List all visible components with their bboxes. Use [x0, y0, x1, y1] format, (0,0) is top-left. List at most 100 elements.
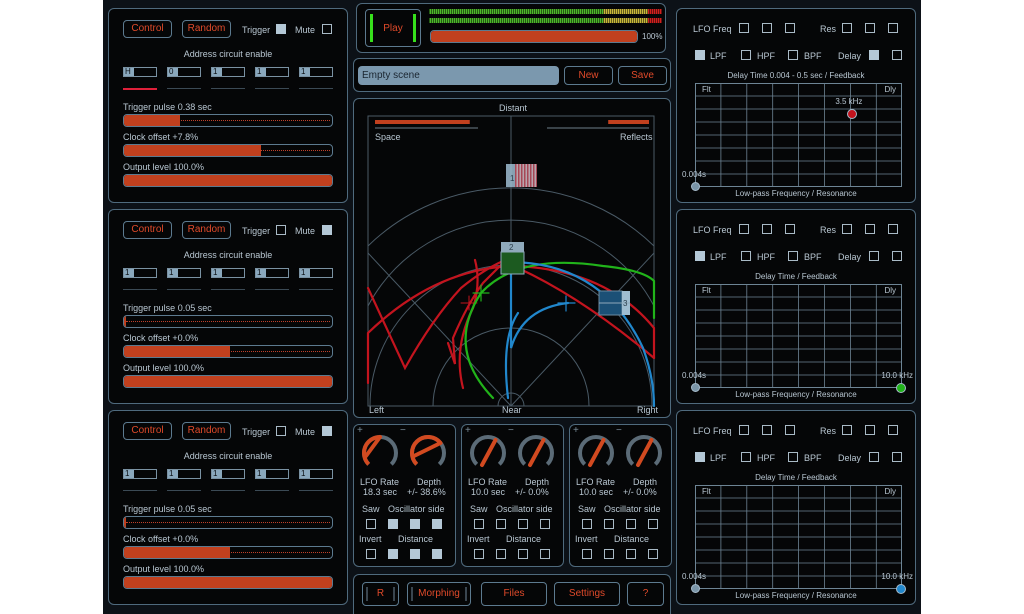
lfo-freq-checkbox[interactable] [785, 425, 795, 435]
address-switch[interactable]: 1 [123, 469, 157, 479]
invert-checkbox[interactable] [474, 549, 484, 559]
minus-icon[interactable]: − [400, 425, 406, 436]
distance-checkbox[interactable] [540, 549, 550, 559]
address-switch[interactable]: 1 [167, 469, 201, 479]
bpf-checkbox[interactable] [788, 50, 798, 60]
address-switch[interactable]: 1 [167, 268, 201, 278]
control-button[interactable]: Control [123, 20, 172, 38]
lfo-rate-knob[interactable] [576, 433, 616, 473]
settings-button[interactable]: Settings [554, 582, 620, 606]
lfo-freq-checkbox[interactable] [762, 425, 772, 435]
clock-offset-slider[interactable] [123, 546, 333, 559]
oscillator-side-checkbox[interactable] [410, 519, 420, 529]
lfo-freq-checkbox[interactable] [785, 23, 795, 33]
res-checkbox[interactable] [865, 425, 875, 435]
distance-checkbox[interactable] [388, 549, 398, 559]
spatial-field[interactable]: 1 2 3 [353, 98, 671, 418]
save-scene-button[interactable]: Save [618, 66, 667, 85]
bpf-checkbox[interactable] [788, 452, 798, 462]
lpf-checkbox[interactable] [695, 251, 705, 261]
marker-3[interactable]: 3 [598, 290, 630, 316]
address-switch[interactable]: 1 [255, 268, 289, 278]
control-button[interactable]: Control [123, 422, 172, 440]
output-level-slider[interactable] [123, 576, 333, 589]
oscillator-side-checkbox[interactable] [648, 519, 658, 529]
depth-knob[interactable] [624, 433, 664, 473]
invert-checkbox[interactable] [366, 549, 376, 559]
scene-name-input[interactable] [358, 66, 559, 85]
res-checkbox[interactable] [888, 23, 898, 33]
marker-1[interactable]: 1 [506, 164, 537, 187]
oscillator-side-checkbox[interactable] [388, 519, 398, 529]
new-scene-button[interactable]: New [564, 66, 613, 85]
lfo-rate-knob[interactable] [468, 433, 508, 473]
filter-delay-graph[interactable]: Flt Dly [695, 83, 902, 187]
oscillator-side-checkbox[interactable] [496, 519, 506, 529]
res-checkbox[interactable] [865, 23, 875, 33]
volume-slider[interactable] [430, 30, 638, 43]
address-switch[interactable]: 1 [299, 268, 333, 278]
address-switch[interactable]: 1 [211, 469, 245, 479]
oscillator-side-checkbox[interactable] [626, 519, 636, 529]
trigger-pulse-slider[interactable] [123, 114, 333, 127]
lpf-checkbox[interactable] [695, 452, 705, 462]
oscillator-side-checkbox[interactable] [518, 519, 528, 529]
address-switch[interactable]: 1 [211, 67, 245, 77]
oscillator-side-checkbox[interactable] [604, 519, 614, 529]
distance-checkbox[interactable] [496, 549, 506, 559]
address-switch[interactable]: 1 [299, 67, 333, 77]
distance-checkbox[interactable] [432, 549, 442, 559]
res-checkbox[interactable] [865, 224, 875, 234]
control-button[interactable]: Control [123, 221, 172, 239]
distance-checkbox[interactable] [648, 549, 658, 559]
oscillator-side-checkbox[interactable] [432, 519, 442, 529]
play-button[interactable]: Play [365, 9, 421, 47]
minus-icon[interactable]: − [508, 425, 514, 436]
lfo-freq-checkbox[interactable] [739, 23, 749, 33]
lpf-checkbox[interactable] [695, 50, 705, 60]
res-checkbox[interactable] [842, 224, 852, 234]
mute-checkbox[interactable] [322, 426, 332, 436]
address-switch[interactable]: 1 [255, 469, 289, 479]
random-button[interactable]: Random [182, 20, 231, 38]
res-checkbox[interactable] [842, 425, 852, 435]
oscillator-side-checkbox[interactable] [540, 519, 550, 529]
res-checkbox[interactable] [842, 23, 852, 33]
invert-checkbox[interactable] [582, 549, 592, 559]
marker-2[interactable]: 2 [500, 242, 525, 275]
files-button[interactable]: Files [481, 582, 547, 606]
mute-checkbox[interactable] [322, 225, 332, 235]
lfo-freq-checkbox[interactable] [785, 224, 795, 234]
depth-knob[interactable] [516, 433, 556, 473]
distance-checkbox[interactable] [518, 549, 528, 559]
distance-checkbox[interactable] [604, 549, 614, 559]
output-level-slider[interactable] [123, 174, 333, 187]
filter-delay-graph[interactable]: Flt Dly [695, 485, 902, 589]
hpf-checkbox[interactable] [741, 251, 751, 261]
address-switch[interactable]: 1 [255, 67, 289, 77]
address-switch[interactable]: 1 [123, 268, 157, 278]
clock-offset-slider[interactable] [123, 345, 333, 358]
trigger-checkbox[interactable] [276, 24, 286, 34]
depth-knob[interactable] [408, 433, 448, 473]
saw-checkbox[interactable] [366, 519, 376, 529]
address-switch[interactable]: 0 [167, 67, 201, 77]
filter-delay-graph[interactable]: Flt Dly [695, 284, 902, 388]
trigger-checkbox[interactable] [276, 225, 286, 235]
address-switch[interactable]: H [123, 67, 157, 77]
delay-checkbox[interactable] [869, 50, 879, 60]
hpf-checkbox[interactable] [741, 50, 751, 60]
saw-checkbox[interactable] [582, 519, 592, 529]
delay-checkbox[interactable] [869, 251, 879, 261]
address-switch[interactable]: 1 [211, 268, 245, 278]
lfo-freq-checkbox[interactable] [762, 23, 772, 33]
trigger-pulse-slider[interactable] [123, 315, 333, 328]
bpf-checkbox[interactable] [788, 251, 798, 261]
hpf-checkbox[interactable] [741, 452, 751, 462]
delay-checkbox[interactable] [892, 251, 902, 261]
lfo-freq-checkbox[interactable] [739, 224, 749, 234]
random-button[interactable]: Random [182, 422, 231, 440]
help-button[interactable]: ? [627, 582, 664, 606]
minus-icon[interactable]: − [616, 425, 622, 436]
res-checkbox[interactable] [888, 224, 898, 234]
